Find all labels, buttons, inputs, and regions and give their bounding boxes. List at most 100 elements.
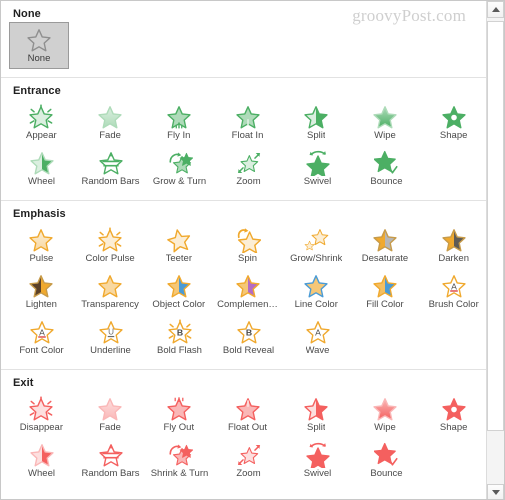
effect-fly-in[interactable]: Fly In bbox=[144, 102, 213, 148]
scroll-up-button[interactable] bbox=[487, 1, 504, 18]
star-object-color-icon bbox=[166, 272, 192, 299]
effect-random-bars[interactable]: Random Bars bbox=[76, 148, 145, 194]
star-fill-color-icon bbox=[372, 272, 398, 299]
effect-zoom[interactable]: Zoom bbox=[214, 440, 283, 486]
star-outline-icon bbox=[26, 27, 52, 53]
effect-wipe[interactable]: Wipe bbox=[351, 102, 420, 148]
star-desaturate-icon bbox=[372, 226, 398, 253]
section-none: None None bbox=[1, 1, 488, 77]
effect-fade[interactable]: Fade bbox=[76, 102, 145, 148]
effect-random-bars[interactable]: Random Bars bbox=[76, 440, 145, 486]
effect-brush-color[interactable]: A Brush Color bbox=[419, 271, 488, 317]
effect-teeter[interactable]: Teeter bbox=[144, 225, 213, 271]
scroll-down-button[interactable] bbox=[487, 484, 504, 499]
scroll-down-arrow-icon bbox=[491, 490, 500, 495]
effect-label: Underline bbox=[90, 345, 131, 356]
effect-transparency[interactable]: Transparency bbox=[76, 271, 145, 317]
effect-bold-reveal[interactable]: B Bold Reveal bbox=[214, 317, 283, 363]
effect-fade[interactable]: Fade bbox=[76, 394, 145, 440]
effect-complemen[interactable]: Complemen… bbox=[213, 271, 282, 317]
effect-wipe[interactable]: Wipe bbox=[351, 394, 420, 440]
effect-label: Fade bbox=[99, 422, 121, 433]
star-bold-reveal-icon: B bbox=[236, 318, 262, 345]
effect-row: Pulse Color Pulse Teeter Spin Grow/Shrink Des… bbox=[1, 225, 488, 271]
section-exit: Exit Disappear Fade Fly Out Float Out Split Wi… bbox=[1, 369, 488, 492]
scrollbar-thumb[interactable] bbox=[487, 21, 504, 431]
effect-lighten[interactable]: Lighten bbox=[7, 271, 76, 317]
vertical-scrollbar[interactable] bbox=[486, 1, 504, 499]
effect-swivel[interactable]: Swivel bbox=[283, 440, 352, 486]
effect-row: Wheel Random Bars Shrink & Turn Zoom Swivel B… bbox=[1, 440, 488, 486]
effect-label: Swivel bbox=[303, 176, 332, 187]
svg-text:B: B bbox=[245, 327, 251, 337]
effect-color-pulse[interactable]: Color Pulse bbox=[76, 225, 145, 271]
effect-label: Wheel bbox=[28, 468, 55, 479]
star-zoom-icon bbox=[236, 441, 262, 468]
effect-label: Grow & Turn bbox=[152, 176, 207, 187]
effect-bounce[interactable]: Bounce bbox=[352, 440, 421, 486]
star-fly-in-icon bbox=[166, 103, 192, 130]
effect-split[interactable]: Split bbox=[282, 102, 351, 148]
effect-label: Transparency bbox=[81, 299, 139, 310]
effect-label: Teeter bbox=[165, 253, 192, 264]
effect-label: Grow/Shrink bbox=[290, 253, 343, 264]
effect-grow-turn[interactable]: Grow & Turn bbox=[145, 148, 214, 194]
effect-label: Object Color bbox=[152, 299, 206, 310]
star-bounce-icon bbox=[373, 149, 400, 176]
effect-font-color[interactable]: A Font Color bbox=[7, 317, 76, 363]
effect-swivel[interactable]: Swivel bbox=[283, 148, 352, 194]
effect-shape[interactable]: Shape bbox=[419, 394, 488, 440]
star-grow-shrink-icon bbox=[303, 226, 329, 253]
star-bounce-icon bbox=[373, 441, 400, 468]
effect-none[interactable]: None bbox=[9, 22, 69, 69]
effect-wheel[interactable]: Wheel bbox=[7, 148, 76, 194]
effect-object-color[interactable]: Object Color bbox=[144, 271, 213, 317]
effect-label: Pulse bbox=[29, 253, 54, 264]
effect-wave[interactable]: A Wave bbox=[283, 317, 352, 363]
star-fade-icon bbox=[97, 103, 123, 130]
star-wipe-icon bbox=[372, 395, 398, 422]
effect-shrink-turn[interactable]: Shrink & Turn bbox=[145, 440, 214, 486]
effect-line-color[interactable]: Line Color bbox=[282, 271, 351, 317]
star-bold-flash-icon: B bbox=[167, 318, 193, 345]
effect-label: Wheel bbox=[28, 176, 55, 187]
effect-zoom[interactable]: Zoom bbox=[214, 148, 283, 194]
effect-underline[interactable]: U Underline bbox=[76, 317, 145, 363]
section-entrance: Entrance Appear Fade Fly In Float In Split Wip… bbox=[1, 77, 488, 200]
effect-float-out[interactable]: Float Out bbox=[213, 394, 282, 440]
effect-bold-flash[interactable]: B Bold Flash bbox=[145, 317, 214, 363]
effect-desaturate[interactable]: Desaturate bbox=[351, 225, 420, 271]
effect-spin[interactable]: Spin bbox=[213, 225, 282, 271]
effect-float-in[interactable]: Float In bbox=[213, 102, 282, 148]
effect-grow-shrink[interactable]: Grow/Shrink bbox=[282, 225, 351, 271]
effect-label: Random Bars bbox=[81, 176, 140, 187]
star-transparency-icon bbox=[97, 272, 123, 299]
section-title-none: None bbox=[13, 8, 41, 20]
effect-fly-out[interactable]: Fly Out bbox=[144, 394, 213, 440]
effect-split[interactable]: Split bbox=[282, 394, 351, 440]
svg-text:A: A bbox=[451, 281, 457, 291]
effect-pulse[interactable]: Pulse bbox=[7, 225, 76, 271]
star-grow-turn-icon bbox=[167, 149, 193, 176]
star-wheel-icon bbox=[29, 149, 55, 176]
effect-bounce[interactable]: Bounce bbox=[352, 148, 421, 194]
effect-shape[interactable]: Shape bbox=[419, 102, 488, 148]
effect-fill-color[interactable]: Fill Color bbox=[351, 271, 420, 317]
effect-label: Float In bbox=[231, 130, 264, 141]
star-wheel-icon bbox=[29, 441, 55, 468]
scrollbar-track[interactable] bbox=[487, 18, 504, 484]
star-swivel-icon bbox=[305, 441, 331, 468]
effect-row: Appear Fade Fly In Float In Split Wipe Shape bbox=[1, 102, 488, 148]
effect-appear[interactable]: Appear bbox=[7, 102, 76, 148]
effect-wheel[interactable]: Wheel bbox=[7, 440, 76, 486]
star-split-icon bbox=[303, 395, 329, 422]
svg-text:U: U bbox=[108, 327, 114, 336]
star-spin-icon bbox=[235, 226, 261, 253]
star-color-pulse-icon bbox=[97, 226, 123, 253]
effect-label: Font Color bbox=[19, 345, 64, 356]
effect-darken[interactable]: Darken bbox=[419, 225, 488, 271]
effect-disappear[interactable]: Disappear bbox=[7, 394, 76, 440]
section-title-exit: Exit bbox=[13, 377, 34, 389]
star-burst-icon bbox=[28, 103, 54, 130]
effect-label: Shrink & Turn bbox=[150, 468, 209, 479]
